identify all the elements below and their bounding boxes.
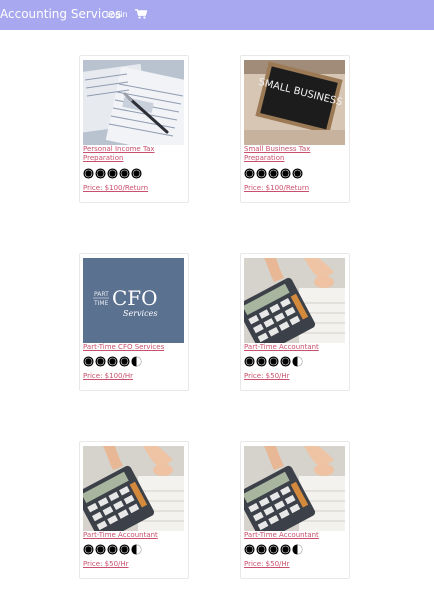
star-icon bbox=[119, 168, 130, 179]
calculator-photo bbox=[244, 446, 345, 531]
star-icon bbox=[95, 544, 106, 555]
product-card: Part-Time Accountant Price: $50/Hr bbox=[79, 441, 189, 579]
shopping-cart-icon[interactable] bbox=[135, 9, 147, 19]
product-price[interactable]: Price: $50/Hr bbox=[83, 560, 129, 568]
navbar: Accounting Services Login bbox=[0, 0, 434, 30]
star-icon bbox=[280, 168, 291, 179]
rating-stars bbox=[244, 168, 303, 179]
star-icon bbox=[95, 356, 106, 367]
calculator-photo bbox=[244, 258, 345, 343]
star-icon bbox=[268, 168, 279, 179]
star-icon bbox=[244, 168, 255, 179]
login-link[interactable]: Login bbox=[106, 10, 128, 19]
small-business-chalkboard-photo: SMALL BUSINESS bbox=[244, 60, 345, 145]
product-price[interactable]: Price: $100/Return bbox=[244, 184, 309, 192]
product-card: Personal Income Tax Preparation Price: $… bbox=[79, 55, 189, 203]
product-image[interactable]: SMALL BUSINESS bbox=[244, 60, 345, 145]
product-image[interactable] bbox=[83, 60, 184, 145]
star-icon bbox=[95, 168, 106, 179]
rating-stars bbox=[83, 544, 142, 555]
star-icon bbox=[119, 544, 130, 555]
star-icon bbox=[280, 356, 291, 367]
star-icon bbox=[256, 168, 267, 179]
product-title[interactable]: Part-Time CFO Services bbox=[83, 343, 183, 352]
star-icon bbox=[268, 356, 279, 367]
product-title[interactable]: Part-Time Accountant bbox=[83, 531, 183, 540]
rating-stars bbox=[83, 356, 142, 367]
product-image[interactable] bbox=[244, 446, 345, 531]
product-card: PART TIME CFO Services Part-Time CFO Ser… bbox=[79, 253, 189, 391]
product-image[interactable] bbox=[244, 258, 345, 343]
star-icon bbox=[268, 544, 279, 555]
rating-stars bbox=[83, 168, 142, 179]
star-icon bbox=[256, 356, 267, 367]
product-price[interactable]: Price: $100/Hr bbox=[83, 372, 133, 380]
product-card: Part-Time Accountant Price: $50/Hr bbox=[240, 441, 350, 579]
product-title[interactable]: Personal Income Tax Preparation bbox=[83, 145, 183, 163]
star-icon bbox=[83, 168, 94, 179]
star-icon bbox=[83, 356, 94, 367]
product-title[interactable]: Small Business Tax Preparation bbox=[244, 145, 344, 163]
product-card: SMALL BUSINESS Small Business Tax Prepar… bbox=[240, 55, 350, 203]
product-title[interactable]: Part-Time Accountant bbox=[244, 343, 344, 352]
brand-link[interactable]: Accounting Services bbox=[0, 7, 121, 21]
half-star-icon bbox=[292, 356, 303, 367]
half-star-icon bbox=[292, 544, 303, 555]
product-image[interactable] bbox=[83, 446, 184, 531]
product-price[interactable]: Price: $50/Hr bbox=[244, 560, 290, 568]
star-icon bbox=[292, 168, 303, 179]
star-icon bbox=[107, 168, 118, 179]
star-icon bbox=[131, 168, 142, 179]
star-icon bbox=[107, 544, 118, 555]
star-icon bbox=[256, 544, 267, 555]
logo-big: CFO bbox=[112, 286, 158, 310]
product-price[interactable]: Price: $100/Return bbox=[83, 184, 148, 192]
half-star-icon bbox=[131, 544, 142, 555]
logo-script: Services bbox=[123, 309, 157, 318]
rating-stars bbox=[244, 544, 303, 555]
calculator-photo bbox=[83, 446, 184, 531]
star-icon bbox=[83, 544, 94, 555]
product-image[interactable]: PART TIME CFO Services bbox=[83, 258, 184, 343]
logo-small-1: PART bbox=[94, 291, 109, 298]
star-icon bbox=[244, 544, 255, 555]
product-price[interactable]: Price: $50/Hr bbox=[244, 372, 290, 380]
star-icon bbox=[119, 356, 130, 367]
product-title[interactable]: Part-Time Accountant bbox=[244, 531, 344, 540]
product-card: Part-Time Accountant Price: $50/Hr bbox=[240, 253, 350, 391]
star-icon bbox=[244, 356, 255, 367]
star-icon bbox=[280, 544, 291, 555]
half-star-icon bbox=[131, 356, 142, 367]
part-time-cfo-logo: PART TIME CFO Services bbox=[83, 258, 184, 343]
rating-stars bbox=[244, 356, 303, 367]
star-icon bbox=[107, 356, 118, 367]
logo-small-2: TIME bbox=[93, 300, 109, 307]
tax-forms-photo bbox=[83, 60, 184, 145]
